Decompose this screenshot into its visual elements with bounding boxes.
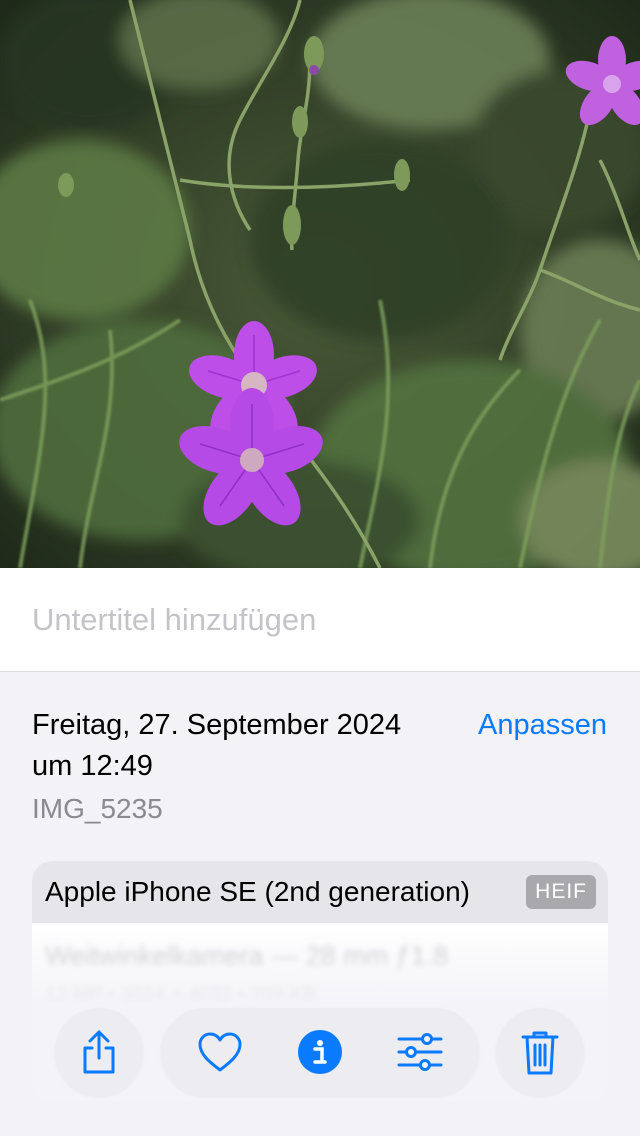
favorite-button[interactable]	[175, 1008, 265, 1096]
edit-button[interactable]	[375, 1008, 465, 1096]
sliders-icon	[397, 1033, 443, 1071]
info-icon	[298, 1030, 342, 1074]
share-button[interactable]	[55, 1008, 143, 1096]
action-group	[161, 1008, 479, 1096]
time-line: um 12:49	[32, 750, 153, 782]
photo-date: Freitag, 27. September 2024 um 12:49	[32, 705, 452, 787]
info-button[interactable]	[275, 1008, 365, 1096]
adjust-date-button[interactable]: Anpassen	[478, 705, 607, 746]
camera-info-header: Apple iPhone SE (2nd generation) HEIF	[32, 861, 608, 923]
share-icon	[55, 1008, 143, 1096]
image-specs: 12 MP • 3024 × 4032 • 709 KB	[45, 984, 317, 1006]
date-line: Freitag, 27. September 2024	[32, 709, 402, 741]
photo-view[interactable]	[0, 0, 640, 568]
flower-photo	[0, 0, 640, 568]
file-name: IMG_5235	[32, 793, 163, 824]
trash-icon	[496, 1008, 584, 1096]
format-badge: HEIF	[526, 875, 596, 909]
caption-input[interactable]	[32, 598, 592, 642]
delete-button[interactable]	[496, 1008, 584, 1096]
lens-info: Weitwinkelkamera — 28 mm ƒ1.8	[45, 941, 449, 971]
device-name: Apple iPhone SE (2nd generation)	[45, 876, 470, 907]
heart-icon	[198, 1032, 242, 1072]
caption-section	[0, 568, 640, 672]
